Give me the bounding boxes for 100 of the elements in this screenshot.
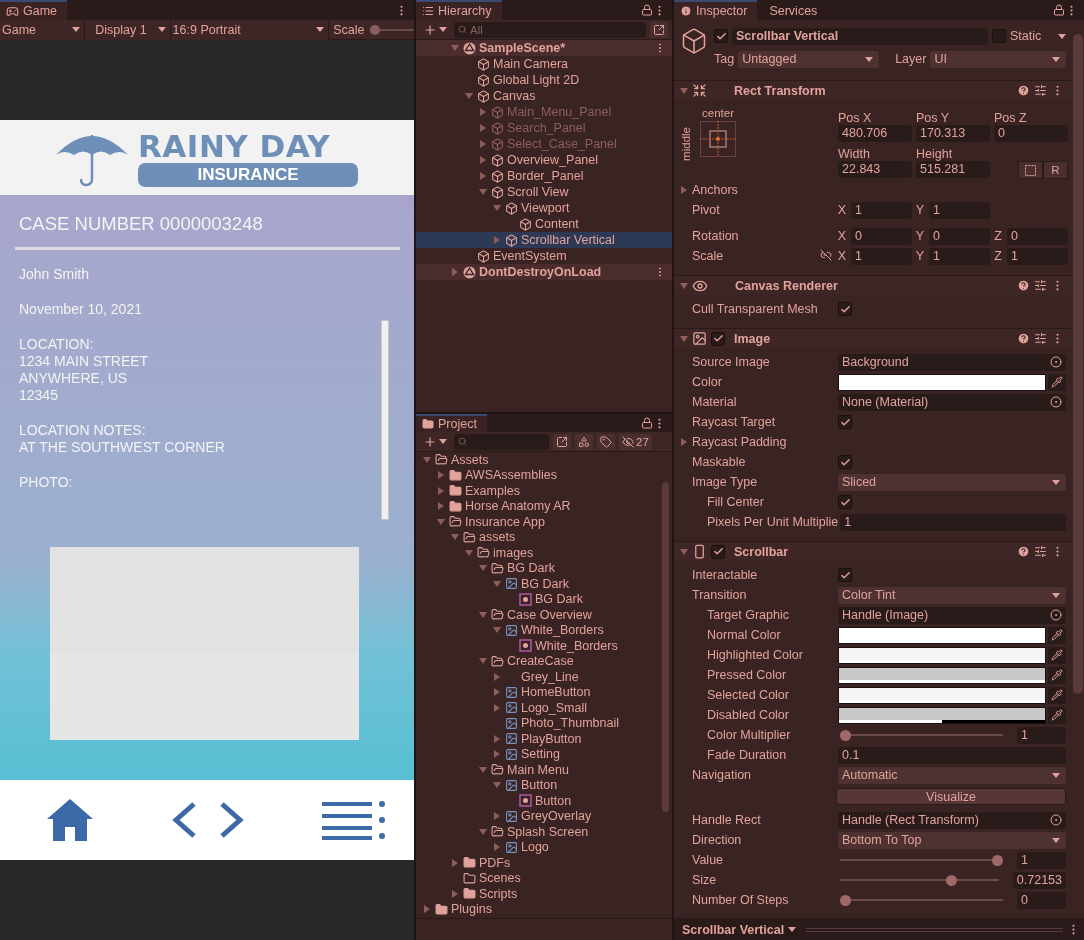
eyedropper-icon[interactable] <box>1051 649 1063 661</box>
expand-arrow-icon[interactable] <box>493 626 501 635</box>
color-field[interactable] <box>838 646 1046 664</box>
eyedropper-icon[interactable] <box>1051 629 1063 641</box>
expand-arrow-icon[interactable] <box>493 750 501 759</box>
asset-item[interactable]: HomeButton <box>416 684 672 700</box>
expand-arrow-icon[interactable] <box>479 188 487 196</box>
component-header[interactable]: Rect Transform <box>674 80 1072 100</box>
number-field[interactable]: 0.72153 <box>1012 871 1066 889</box>
eyedropper-icon[interactable] <box>1051 669 1063 681</box>
target-icon[interactable] <box>1050 609 1062 621</box>
anchor-preset-icon[interactable] <box>700 121 736 157</box>
help-icon[interactable] <box>1017 84 1030 97</box>
target-icon[interactable] <box>1050 396 1062 408</box>
checkbox[interactable] <box>838 302 852 316</box>
asset-item[interactable]: Scenes <box>416 870 672 886</box>
expand-arrow-icon[interactable] <box>479 564 487 573</box>
lock-icon[interactable] <box>641 417 653 429</box>
asset-item[interactable]: Horse Anatomy AR <box>416 498 672 514</box>
object-field[interactable]: Handle (Image) <box>838 606 1066 624</box>
expand-arrow-icon[interactable] <box>465 92 473 100</box>
asset-item[interactable]: Insurance App <box>416 514 672 530</box>
expand-arrow-icon[interactable] <box>479 765 487 774</box>
expand-arrow-icon[interactable] <box>479 827 487 836</box>
color-field[interactable] <box>838 666 1046 684</box>
number-field[interactable]: 1 <box>851 201 912 219</box>
expand-arrow-icon[interactable] <box>465 548 473 557</box>
expand-arrow-icon[interactable] <box>493 672 501 681</box>
text-field[interactable]: 0.1 <box>838 746 1066 764</box>
expand-arrow-icon[interactable] <box>479 156 487 164</box>
expand-arrow-icon[interactable] <box>493 734 501 743</box>
number-field[interactable]: 0 <box>851 227 912 245</box>
asset-item[interactable]: BG Dark <box>416 576 672 592</box>
number-field[interactable]: 1 <box>929 201 990 219</box>
presets-icon[interactable] <box>1034 545 1047 558</box>
number-field[interactable]: 22.843 <box>838 161 912 178</box>
checkbox[interactable] <box>838 415 852 429</box>
expand-arrow-icon[interactable] <box>451 533 459 542</box>
number-field[interactable]: 0 <box>1017 891 1066 909</box>
object-field[interactable]: Background <box>838 353 1066 371</box>
number-field[interactable]: 480.706 <box>838 125 912 142</box>
expand-arrow-icon[interactable] <box>493 204 501 212</box>
asset-item[interactable]: Main Menu <box>416 762 672 778</box>
inspector-tab[interactable]: Services <box>757 0 828 20</box>
eyedropper-icon[interactable] <box>1051 709 1063 721</box>
number-field[interactable]: 1 <box>851 247 912 265</box>
help-icon[interactable] <box>1017 545 1030 558</box>
hierarchy-item[interactable]: Global Light 2D <box>416 72 672 88</box>
search-field[interactable] <box>454 433 549 450</box>
asset-item[interactable]: Assets <box>416 452 672 468</box>
asset-item[interactable]: GreyOverlay <box>416 808 672 824</box>
expand-arrow-icon[interactable] <box>437 517 445 526</box>
display-dropdown[interactable]: Display 1 <box>85 19 171 40</box>
lock-icon[interactable] <box>641 4 653 16</box>
hierarchy-item[interactable]: Content <box>416 216 672 232</box>
color-field[interactable] <box>838 706 1046 724</box>
color-field[interactable] <box>838 373 1046 391</box>
foldout-label[interactable]: Raycast Padding <box>692 435 787 449</box>
cube-icon[interactable] <box>680 27 708 55</box>
color-field[interactable] <box>838 626 1046 644</box>
shapes-icon[interactable] <box>578 435 590 448</box>
number-field[interactable]: 170.313 <box>916 125 990 142</box>
asset-item[interactable]: images <box>416 545 672 561</box>
presets-icon[interactable] <box>1034 279 1047 292</box>
asset-item[interactable]: Logo_Small <box>416 700 672 716</box>
asset-item[interactable]: Setting <box>416 746 672 762</box>
hierarchy-item[interactable]: Overview_Panel <box>416 152 672 168</box>
asset-item[interactable]: PlayButton <box>416 731 672 747</box>
menu-icon[interactable] <box>322 800 386 840</box>
asset-item[interactable]: PDFs <box>416 855 672 871</box>
hierarchy-item[interactable]: Canvas <box>416 88 672 104</box>
expand-arrow-icon[interactable] <box>479 657 487 666</box>
hierarchy-item[interactable]: SampleScene* <box>416 40 672 56</box>
expand-arrow-icon[interactable] <box>493 812 501 821</box>
checkbox[interactable] <box>838 568 852 582</box>
number-field[interactable]: 1 <box>929 247 990 265</box>
hierarchy-item[interactable]: Viewport <box>416 200 672 216</box>
project-tab[interactable]: Project <box>416 414 487 432</box>
expand-arrow-icon[interactable] <box>493 688 501 697</box>
scrollbar[interactable] <box>381 320 389 520</box>
expand-arrow-icon[interactable] <box>437 502 445 511</box>
unlinked-icon[interactable] <box>820 249 832 261</box>
help-icon[interactable] <box>1017 279 1030 292</box>
expand-arrow-icon[interactable] <box>680 334 688 343</box>
asset-item[interactable]: White_Borders <box>416 638 672 654</box>
asset-item[interactable]: Button <box>416 777 672 793</box>
hierarchy-item[interactable]: Border_Panel <box>416 168 672 184</box>
expand-arrow-icon[interactable] <box>451 268 459 276</box>
hierarchy-item[interactable]: Scroll View <box>416 184 672 200</box>
asset-item[interactable]: AWSAssemblies <box>416 467 672 483</box>
asset-item[interactable]: Button <box>416 793 672 809</box>
asset-item[interactable]: Case Overview <box>416 607 672 623</box>
foldout-label[interactable]: Anchors <box>692 183 738 197</box>
eyedropper-icon[interactable] <box>1051 376 1063 388</box>
asset-item[interactable]: Scripts <box>416 886 672 902</box>
hierarchy-item[interactable]: Scrollbar Vertical <box>416 232 672 248</box>
help-icon[interactable] <box>1017 332 1030 345</box>
expand-arrow-icon[interactable] <box>680 438 688 446</box>
number-field[interactable]: 0 <box>1007 227 1068 245</box>
number-field[interactable]: 515.281 <box>916 161 990 178</box>
